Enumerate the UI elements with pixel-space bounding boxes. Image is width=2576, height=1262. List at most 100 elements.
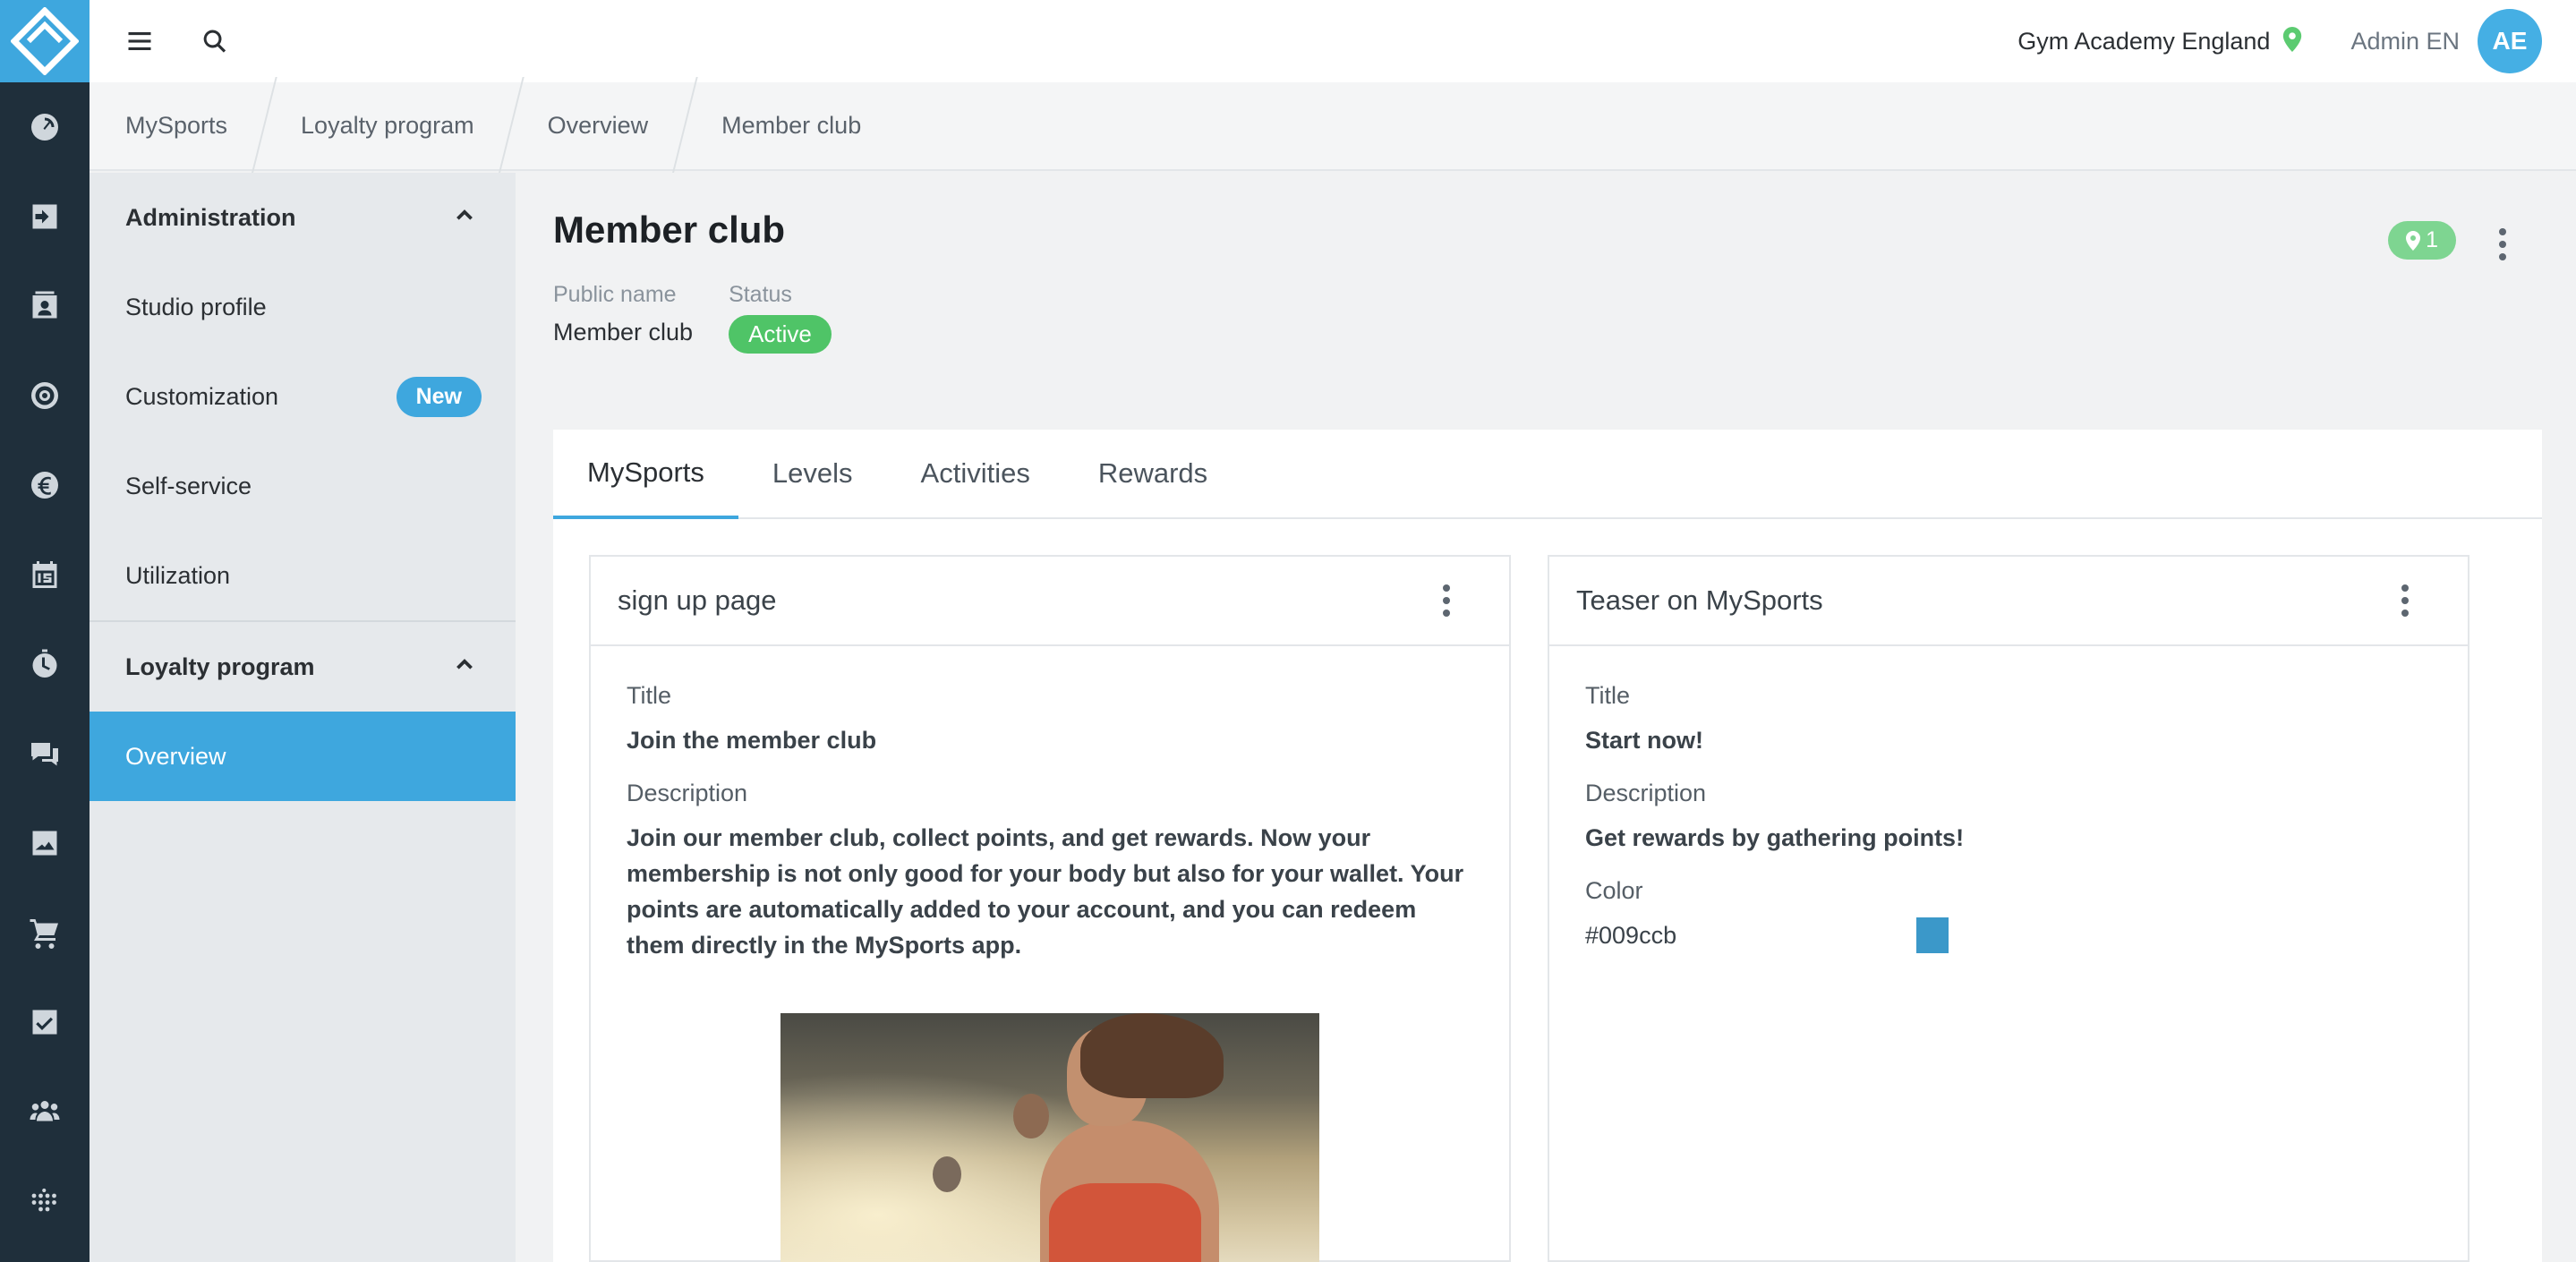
app-logo[interactable] xyxy=(0,0,90,82)
rail-check-in[interactable] xyxy=(0,172,90,261)
app-rail xyxy=(0,0,90,1262)
more-apps-icon xyxy=(31,1188,56,1212)
breadcrumb-mysports[interactable]: MySports xyxy=(90,81,263,170)
tab-mysports[interactable]: MySports xyxy=(553,430,738,519)
hamburger-icon xyxy=(128,32,151,50)
color-label: Color xyxy=(1585,877,1643,904)
avatar[interactable]: AE xyxy=(2478,9,2542,73)
kebab-dot xyxy=(1443,584,1450,592)
menu-button[interactable] xyxy=(122,23,158,59)
search-button[interactable] xyxy=(197,23,233,59)
page-more-button[interactable] xyxy=(2494,225,2512,264)
chevron-up-icon xyxy=(453,652,476,682)
rail-timer[interactable] xyxy=(0,619,90,709)
tab-rewards[interactable]: Rewards xyxy=(1064,430,1241,517)
studio-selector[interactable]: Gym Academy England xyxy=(2017,28,2270,55)
title-label: Title xyxy=(1585,682,1631,709)
title-label: Title xyxy=(627,682,672,709)
rail-contacts[interactable] xyxy=(0,261,90,351)
rail-finance[interactable] xyxy=(0,440,90,530)
dashboard-icon xyxy=(31,114,58,141)
breadcrumb-loyalty-program[interactable]: Loyalty program xyxy=(265,81,510,170)
side-nav: Administration Studio profile Customizat… xyxy=(90,173,516,1262)
description-label: Description xyxy=(627,780,748,806)
sidebar-item-label: Studio profile xyxy=(125,293,267,320)
kebab-dot xyxy=(2401,584,2409,592)
sidebar-item-customization[interactable]: Customization New xyxy=(90,352,516,441)
rail-apps[interactable] xyxy=(0,1156,90,1246)
tab-levels[interactable]: Levels xyxy=(738,430,887,517)
rail-dashboard[interactable] xyxy=(0,82,90,172)
calendar-icon xyxy=(32,561,57,588)
user-name[interactable]: Admin EN xyxy=(2350,28,2460,55)
cart-icon xyxy=(30,919,58,949)
rail-shop[interactable] xyxy=(0,888,90,977)
nav-group-label: Administration xyxy=(125,203,296,231)
public-name-value: Member club xyxy=(553,319,694,345)
members-icon xyxy=(30,1101,60,1121)
sidebar-item-studio-profile[interactable]: Studio profile xyxy=(90,262,516,352)
title-value: Join the member club xyxy=(627,727,877,754)
stopwatch-icon xyxy=(32,649,57,678)
card-more-button[interactable] xyxy=(2396,581,2414,620)
nav-group-loyalty-program[interactable]: Loyalty program xyxy=(90,622,516,712)
image-runner-top xyxy=(1049,1183,1201,1262)
nav-group-administration[interactable]: Administration xyxy=(90,173,516,262)
new-badge: New xyxy=(396,376,482,417)
euro-icon xyxy=(31,472,58,499)
search-icon xyxy=(203,30,226,53)
color-row: #009ccb xyxy=(1585,917,2432,953)
rail-messages[interactable] xyxy=(0,709,90,798)
status-label: Status xyxy=(729,282,792,307)
tab-activities[interactable]: Activities xyxy=(887,430,1064,517)
status-badge: Active xyxy=(729,315,832,354)
color-swatch xyxy=(1916,917,1949,953)
sidebar-item-label: Overview xyxy=(125,742,226,770)
rail-target[interactable] xyxy=(0,351,90,440)
card-header: Teaser on MySports xyxy=(1549,557,2468,646)
image-icon xyxy=(32,831,57,856)
breadcrumb-overview[interactable]: Overview xyxy=(512,81,685,170)
card-title: Teaser on MySports xyxy=(1576,584,1823,616)
main-content: Member club Public name Member club Stat… xyxy=(516,173,2576,1262)
chevron-up-icon xyxy=(453,203,476,233)
kebab-dot xyxy=(2401,610,2409,617)
card-body: Title Start now! Description Get rewards… xyxy=(1549,646,2468,953)
title-value: Start now! xyxy=(1585,727,1703,754)
locations-badge[interactable]: 1 xyxy=(2388,221,2456,260)
image-background-person xyxy=(1013,1094,1049,1138)
rail-members[interactable] xyxy=(0,1067,90,1156)
nav-group-label: Loyalty program xyxy=(125,652,315,680)
signup-page-card: sign up page Title Join the member club … xyxy=(589,555,1511,1262)
kebab-dot xyxy=(2499,228,2506,235)
rail-media[interactable] xyxy=(0,798,90,888)
kebab-dot xyxy=(2401,597,2409,604)
checkbox-icon xyxy=(32,1010,57,1035)
sidebar-item-overview[interactable]: Overview xyxy=(90,712,516,801)
description-value: Get rewards by gathering points! xyxy=(1585,824,1965,851)
rail-calendar[interactable] xyxy=(0,530,90,619)
card-body: Title Join the member club Description J… xyxy=(591,646,1509,1262)
card-header: sign up page xyxy=(591,557,1509,646)
location-pin-icon xyxy=(2282,26,2302,56)
breadcrumb: MySports Loyalty program Overview Member… xyxy=(90,76,2576,175)
tabs-panel: MySports Levels Activities Rewards sign … xyxy=(553,430,2542,1262)
sidebar-item-label: Utilization xyxy=(125,561,231,589)
location-pin-icon xyxy=(2406,230,2421,251)
sidebar-item-self-service[interactable]: Self-service xyxy=(90,441,516,531)
target-icon xyxy=(31,382,58,409)
top-bar: Gym Academy England Admin EN AE xyxy=(90,0,2576,82)
image-background-person xyxy=(933,1156,961,1192)
logo-icon xyxy=(11,7,79,75)
tab-bar: MySports Levels Activities Rewards xyxy=(553,430,2542,519)
page-title: Member club xyxy=(553,209,786,251)
rail-tasks[interactable] xyxy=(0,977,90,1067)
color-value: #009ccb xyxy=(1585,921,1677,949)
kebab-dot xyxy=(2499,253,2506,260)
description-value: Join our member club, collect points, an… xyxy=(627,824,1464,959)
card-more-button[interactable] xyxy=(1437,581,1455,620)
sidebar-item-utilization[interactable]: Utilization xyxy=(90,531,516,620)
kebab-dot xyxy=(1443,597,1450,604)
public-name-label: Public name xyxy=(553,282,677,307)
card-title: sign up page xyxy=(618,584,777,616)
